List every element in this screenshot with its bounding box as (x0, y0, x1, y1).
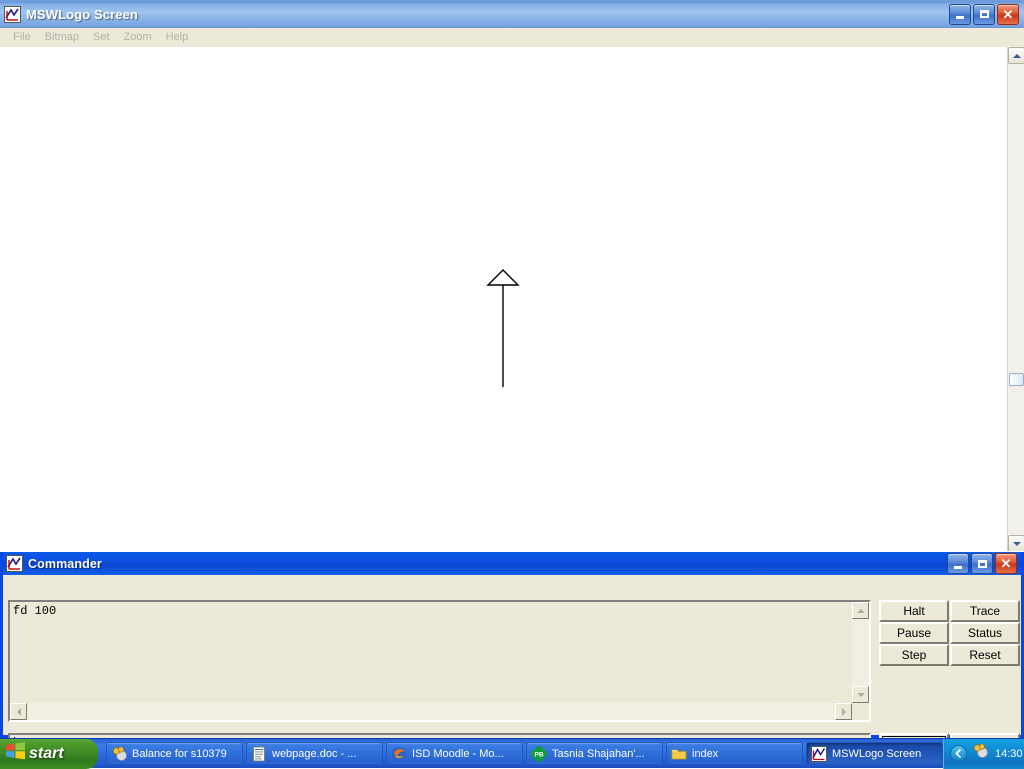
taskbar-item-mswlogo-screen[interactable]: MSWLogo Screen (806, 742, 943, 765)
chevron-up-icon (1013, 54, 1021, 58)
commander-body: fd 100 (3, 575, 1021, 735)
mswlogo-window-buttons: ✕ (949, 4, 1021, 25)
close-button[interactable]: ✕ (995, 553, 1017, 574)
taskbar-item-label: MSWLogo Screen (832, 748, 921, 760)
taskbar-item-balance[interactable]: Balance for s10379 (106, 742, 243, 765)
history-scroll-right-button[interactable] (835, 703, 852, 720)
people-tray-icon[interactable] (972, 743, 988, 764)
history-scroll-up-button[interactable] (852, 602, 869, 619)
powerpoint-icon: PB (531, 746, 547, 762)
start-label: start (29, 745, 64, 763)
trace-button[interactable]: Trace (950, 600, 1020, 622)
reset-button[interactable]: Reset (950, 644, 1020, 666)
step-button[interactable]: Step (879, 644, 949, 666)
minimize-button[interactable] (949, 4, 971, 25)
mswlogo-title-text: MSWLogo Screen (26, 7, 138, 22)
taskbar-item-label: index (692, 748, 718, 760)
minimize-button[interactable] (947, 553, 969, 574)
halt-button[interactable]: Halt (879, 600, 949, 622)
taskbar-item-label: ISD Moodle - Mo... (412, 748, 504, 760)
taskbar-items: Balance for s10379 webpage.doc - ... (106, 742, 943, 765)
commander-titlebar[interactable]: Commander ✕ (3, 552, 1021, 575)
maximize-button[interactable] (971, 553, 993, 574)
mswlogo-icon (4, 6, 21, 23)
chevron-down-icon (857, 693, 865, 697)
canvas-scroll-thumb[interactable] (1009, 373, 1024, 386)
scroll-up-button[interactable] (1008, 47, 1024, 64)
maximize-button[interactable] (973, 4, 995, 25)
command-history-text[interactable]: fd 100 (10, 602, 852, 703)
start-button[interactable]: start (0, 739, 98, 769)
windows-logo-icon (6, 742, 25, 765)
turtle-cursor (488, 270, 518, 285)
menu-item-set[interactable]: Set (86, 29, 117, 45)
mswlogo-titlebar[interactable]: MSWLogo Screen ✕ (0, 0, 1024, 28)
menubar: File Bitmap Set Zoom Help (0, 28, 1024, 47)
status-button[interactable]: Status (950, 622, 1020, 644)
commander-title-text: Commander (28, 557, 102, 571)
commander-window-buttons: ✕ (947, 553, 1019, 574)
close-button[interactable]: ✕ (997, 4, 1019, 25)
mswlogo-icon (6, 555, 23, 572)
pause-button[interactable]: Pause (879, 622, 949, 644)
svg-text:PB: PB (534, 751, 543, 758)
firefox-icon (391, 746, 407, 762)
show-hidden-icons-chevron[interactable] (950, 745, 967, 762)
chevron-right-icon (842, 708, 846, 716)
folder-icon (671, 746, 687, 762)
mswlogo-icon (811, 746, 827, 762)
history-scroll-left-button[interactable] (10, 703, 27, 720)
menu-item-zoom[interactable]: Zoom (117, 29, 159, 45)
taskbar-item-tasnia-presentation[interactable]: PB Tasnia Shajahan'... (526, 742, 663, 765)
taskbar-item-webpage-doc[interactable]: webpage.doc - ... (246, 742, 383, 765)
people-icon (111, 746, 127, 762)
chevron-left-icon (17, 708, 21, 716)
taskbar-item-label: Balance for s10379 (132, 748, 227, 760)
chevron-down-icon (1013, 542, 1021, 546)
taskbar-item-index[interactable]: index (666, 742, 803, 765)
menu-item-file[interactable]: File (6, 29, 38, 45)
scroll-down-button[interactable] (1008, 535, 1024, 552)
system-tray: 14:30 (943, 739, 1024, 769)
commander-window: Commander ✕ fd 100 (0, 552, 1024, 738)
taskbar-item-label: Tasnia Shajahan'... (552, 748, 645, 760)
command-history-panel: fd 100 (8, 600, 871, 722)
canvas-vertical-scrollbar[interactable] (1007, 47, 1024, 552)
taskbar-item-label: webpage.doc - ... (272, 748, 356, 760)
drawing-canvas-area (0, 47, 1024, 552)
history-scroll-down-button[interactable] (852, 686, 869, 703)
taskbar: start Balance for s10379 (0, 738, 1024, 768)
drawing-canvas[interactable] (0, 47, 1007, 552)
taskbar-item-isd-moodle[interactable]: ISD Moodle - Mo... (386, 742, 523, 765)
chevron-up-icon (857, 609, 865, 613)
menu-item-help[interactable]: Help (159, 29, 196, 45)
history-vertical-scrollbar[interactable] (852, 602, 869, 703)
commander-button-panel: Halt Trace Pause Status Step Reset Execu… (879, 600, 1022, 754)
history-horizontal-scrollbar[interactable] (10, 703, 852, 720)
document-icon (251, 746, 267, 762)
menu-item-bitmap[interactable]: Bitmap (38, 29, 86, 45)
clock[interactable]: 14:30 (995, 748, 1023, 760)
scrollbar-corner (852, 703, 869, 720)
